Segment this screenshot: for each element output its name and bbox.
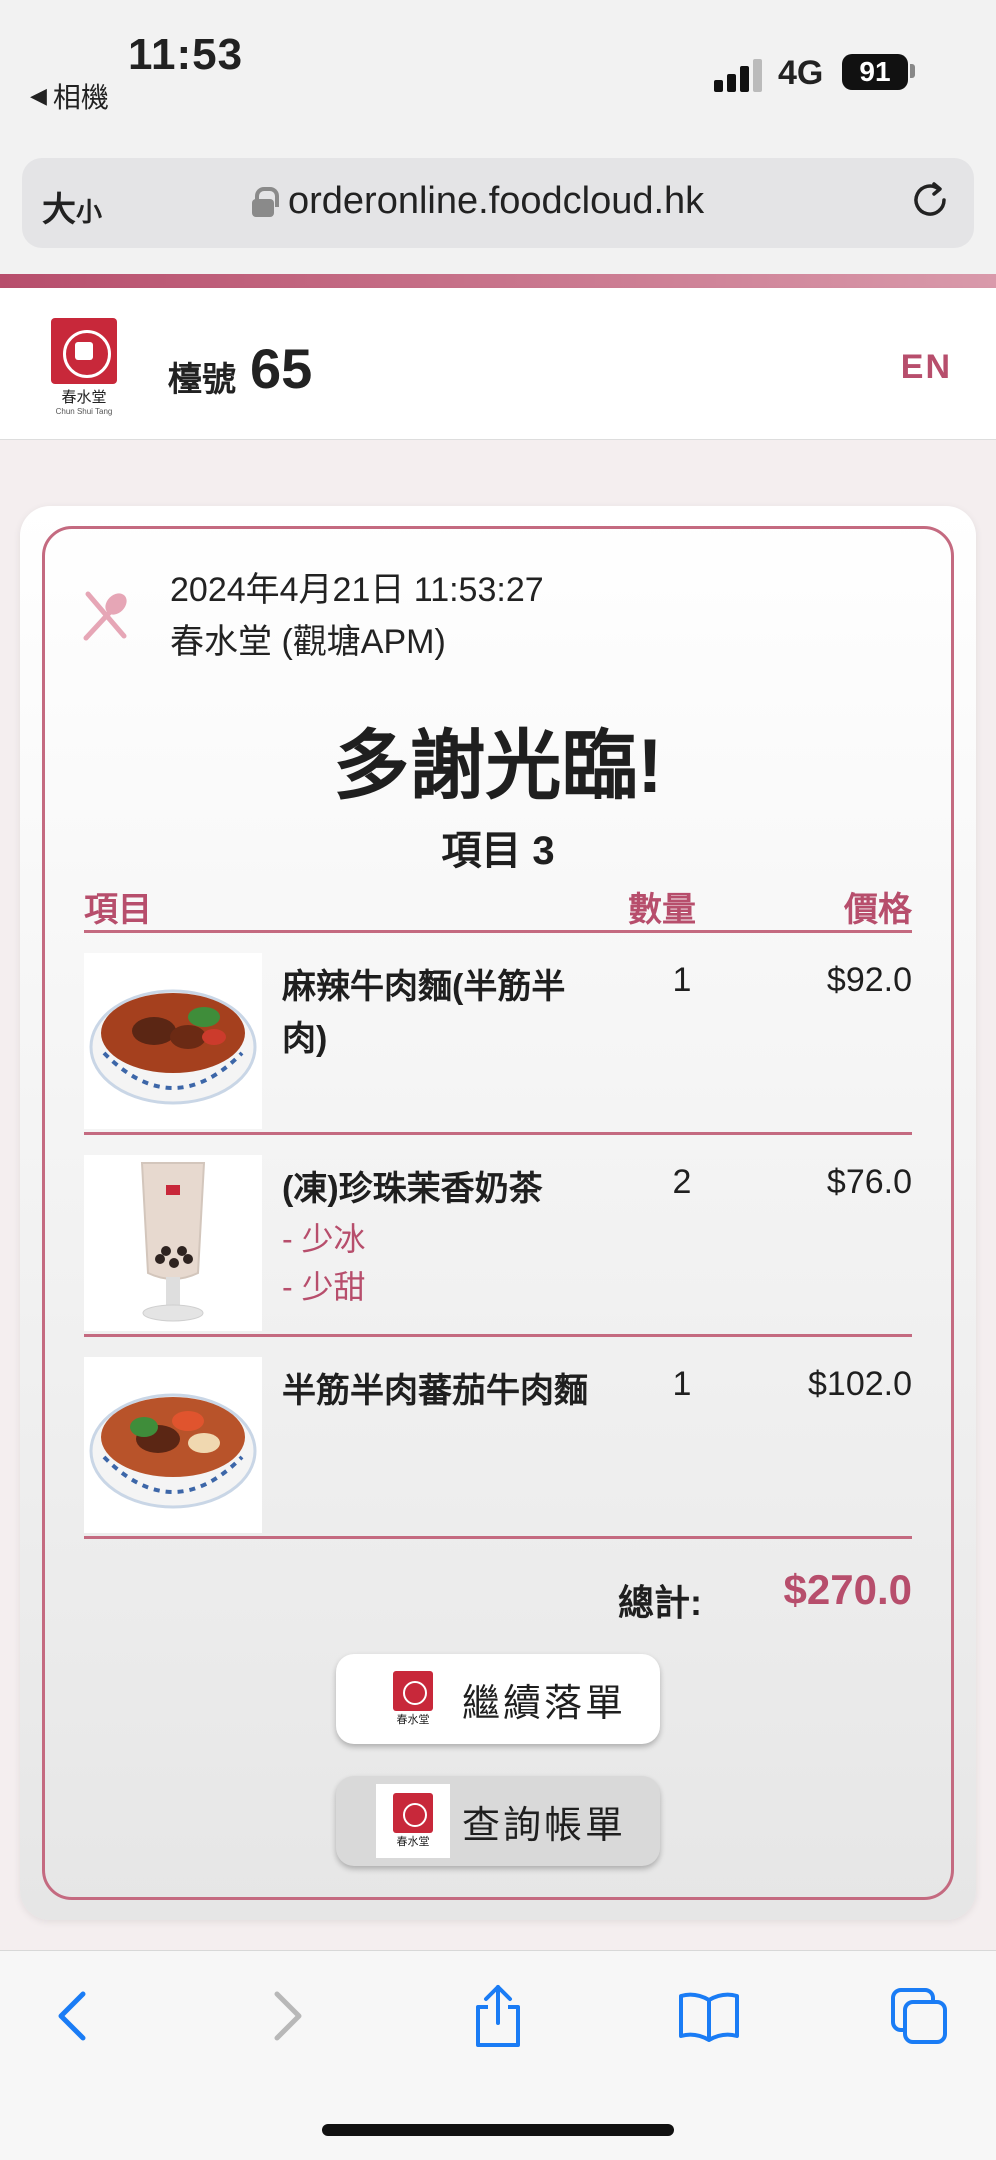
- address-bar[interactable]: 大小 orderonline.foodcloud.hk: [22, 158, 974, 248]
- bookmarks-icon[interactable]: [674, 1981, 744, 2051]
- network-label: 4G: [778, 54, 824, 92]
- bubble-milk-tea-image: [84, 1155, 262, 1331]
- item-name: 麻辣牛肉麵(半筋半肉): [282, 968, 566, 1058]
- brand-logo-icon: 春水堂: [376, 1662, 450, 1736]
- item-price: $76.0: [826, 1163, 912, 1201]
- table-number: 65: [250, 337, 313, 400]
- back-icon[interactable]: [38, 1981, 108, 2051]
- order-item-row: 半筋半肉蕃茄牛肉麵 1 $102.0: [84, 1337, 912, 1539]
- column-header-item: 項目: [84, 891, 152, 929]
- logo-text: 春水堂: [61, 388, 107, 406]
- noodle-bowl-image: [84, 953, 262, 1129]
- reload-icon[interactable]: [908, 178, 952, 233]
- utensils-icon: [80, 590, 132, 642]
- url-field[interactable]: orderonline.foodcloud.hk: [252, 180, 704, 223]
- text-size-button[interactable]: 大小: [42, 182, 102, 231]
- item-qty: 1: [672, 1365, 692, 1403]
- item-modifier: - 少冰: [282, 1221, 366, 1257]
- back-to-app-link[interactable]: ◀ 相機: [30, 76, 109, 116]
- item-qty: 2: [672, 1163, 692, 1201]
- signal-icon: [714, 58, 766, 92]
- url-text: orderonline.foodcloud.hk: [288, 180, 705, 222]
- logo-subtext: Chun Shui Tang: [55, 407, 113, 416]
- continue-ordering-button[interactable]: 春水堂 繼續落單: [336, 1654, 660, 1744]
- noodle-bowl-image: [84, 1357, 262, 1533]
- battery-cap: [910, 64, 915, 78]
- accent-strip: [0, 274, 996, 288]
- item-name: (凍)珍珠茉香奶茶 - 少冰 - 少甜: [282, 1163, 602, 1311]
- status-time: 11:53: [128, 30, 244, 79]
- column-header-qty: 數量: [628, 891, 696, 929]
- item-price: $92.0: [826, 961, 912, 999]
- order-item-row: 麻辣牛肉麵(半筋半肉) 1 $92.0: [84, 933, 912, 1135]
- view-bill-label: 查詢帳單: [462, 1804, 627, 1847]
- language-toggle-button[interactable]: EN: [901, 348, 952, 387]
- back-app-label: 相機: [52, 82, 109, 113]
- home-indicator[interactable]: [322, 2124, 674, 2136]
- back-triangle-icon: ◀: [30, 83, 47, 108]
- order-store: 春水堂 (觀塘APM): [170, 623, 446, 661]
- logo-mark-icon: [51, 318, 117, 384]
- share-icon[interactable]: [463, 1981, 533, 2051]
- brand-logo[interactable]: 春水堂 Chun Shui Tang: [48, 318, 120, 416]
- battery-icon: 91: [842, 54, 908, 90]
- item-modifier: - 少甜: [282, 1269, 366, 1305]
- continue-ordering-label: 繼續落單: [462, 1682, 627, 1725]
- order-datetime: 2024年4月21日 11:53:27: [170, 571, 544, 609]
- thank-you-heading: 多謝光臨!: [333, 724, 663, 809]
- row-divider: [84, 1536, 912, 1539]
- forward-icon[interactable]: [252, 1981, 322, 2051]
- item-qty: 1: [672, 961, 692, 999]
- item-count: 項目 3: [441, 829, 555, 873]
- table-label: 檯號: [168, 361, 236, 399]
- status-bar: 11:53 ◀ 相機 4G 91: [0, 0, 996, 150]
- lock-icon: [252, 186, 279, 217]
- site-header: 春水堂 Chun Shui Tang 檯號 65 EN: [0, 288, 996, 440]
- column-header-price: 價格: [844, 891, 912, 929]
- brand-logo-icon: 春水堂: [376, 1784, 450, 1858]
- item-price: $102.0: [808, 1365, 912, 1403]
- order-item-row: (凍)珍珠茉香奶茶 - 少冰 - 少甜 2 $76.0: [84, 1135, 912, 1337]
- total-value: $270.0: [783, 1566, 912, 1613]
- view-bill-button[interactable]: 春水堂 查詢帳單: [336, 1776, 660, 1866]
- total-label: 總計:: [618, 1582, 702, 1623]
- tabs-icon[interactable]: [884, 1981, 954, 2051]
- item-name: 半筋半肉蕃茄牛肉麵: [282, 1372, 588, 1410]
